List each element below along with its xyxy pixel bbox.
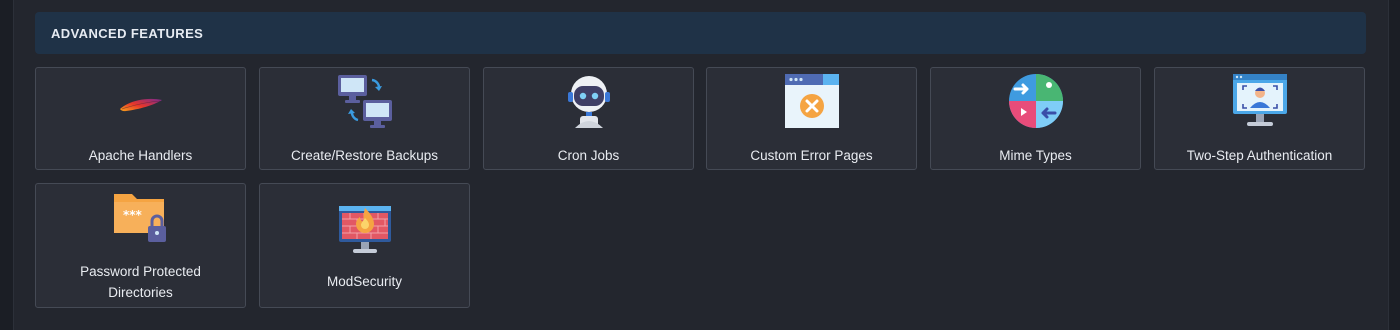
apache-handlers-tile[interactable]: Apache Handlers: [35, 67, 246, 170]
modsecurity-tile[interactable]: ModSecurity: [259, 183, 470, 308]
section-title: ADVANCED FEATURES: [51, 25, 204, 41]
locked-folder-icon: ***: [112, 188, 170, 246]
error-window-icon: [783, 72, 841, 130]
password-protected-directories-tile[interactable]: *** Password Protected Directories: [35, 183, 246, 308]
advanced-features-panel: ADVANCED FEATURES Apache Handlers Create…: [13, 0, 1389, 330]
tile-label: Two-Step Authentication: [1186, 148, 1333, 163]
face-auth-monitor-icon: [1231, 72, 1289, 130]
svg-text:***: ***: [123, 208, 143, 222]
tile-label: Password Protected Directories: [80, 264, 201, 300]
section-header[interactable]: ADVANCED FEATURES: [35, 12, 1366, 54]
backup-monitors-icon: [336, 72, 394, 130]
mime-globe-icon: [1007, 72, 1065, 130]
tile-label: Mime Types: [999, 148, 1072, 163]
tile-label: Apache Handlers: [88, 148, 193, 163]
create-restore-backups-tile[interactable]: Create/Restore Backups: [259, 67, 470, 170]
two-step-authentication-tile[interactable]: Two-Step Authentication: [1154, 67, 1365, 170]
tile-label: ModSecurity: [326, 274, 403, 289]
cron-jobs-tile[interactable]: Cron Jobs: [483, 67, 694, 170]
robot-icon: [560, 72, 618, 130]
tile-label: Cron Jobs: [557, 148, 620, 163]
apache-feather-icon: [112, 72, 170, 130]
firewall-monitor-icon: [336, 200, 394, 258]
tile-label: Custom Error Pages: [750, 148, 873, 163]
custom-error-pages-tile[interactable]: Custom Error Pages: [706, 67, 917, 170]
tile-label: Create/Restore Backups: [290, 148, 439, 163]
mime-types-tile[interactable]: Mime Types: [930, 67, 1141, 170]
